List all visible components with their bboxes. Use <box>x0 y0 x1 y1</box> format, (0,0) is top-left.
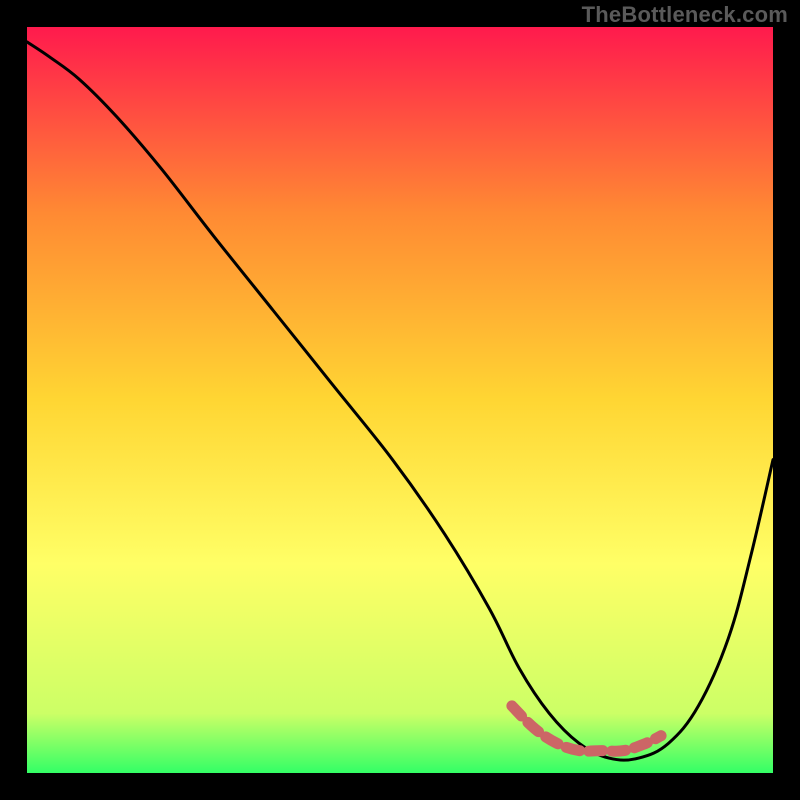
chart-container: TheBottleneck.com <box>0 0 800 800</box>
watermark-label: TheBottleneck.com <box>582 2 788 28</box>
bottleneck-chart <box>0 0 800 800</box>
chart-gradient-bg <box>27 27 773 773</box>
